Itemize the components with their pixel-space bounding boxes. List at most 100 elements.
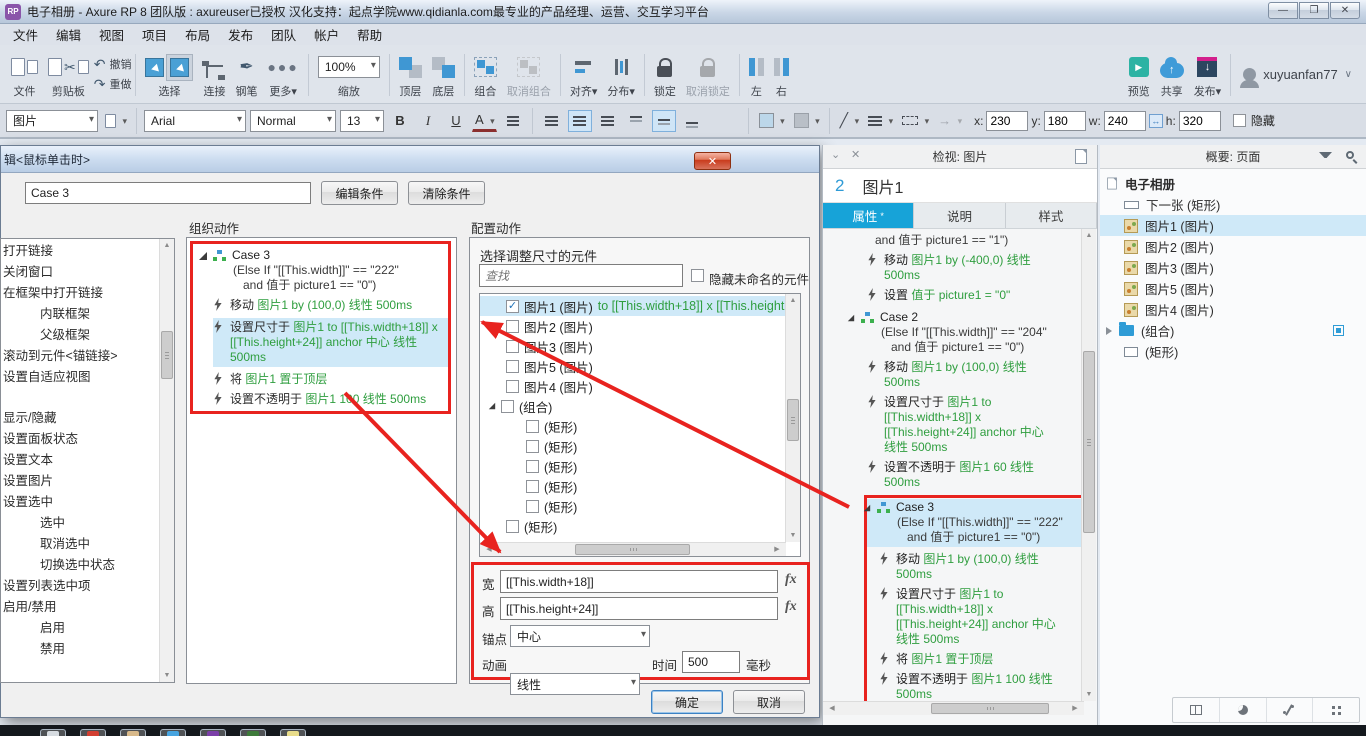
- outline-item[interactable]: 图片5 (图片): [1100, 278, 1366, 299]
- more-tool[interactable]: ●●● 更多▾: [262, 48, 303, 100]
- widget-checkbox[interactable]: [506, 299, 519, 313]
- preview-tool[interactable]: ▶ 预览: [1123, 48, 1155, 100]
- action-type-item[interactable]: 设置列表选中项: [1, 576, 174, 597]
- redo-button[interactable]: ↷ 重做: [94, 76, 132, 93]
- file-tool[interactable]: 文件: [6, 48, 43, 100]
- widget-row[interactable]: 图片4 (图片): [480, 376, 800, 396]
- case-block[interactable]: Case 2 (Else If "[[This.width]]" == "204…: [847, 310, 1084, 355]
- action-type-item[interactable]: 启用/禁用: [1, 597, 174, 618]
- action-type-item[interactable]: 启用: [1, 618, 174, 639]
- lock-tool[interactable]: 锁定: [649, 48, 681, 100]
- outline-pages-toggle[interactable]: [1173, 698, 1220, 722]
- widget-row[interactable]: (矩形): [480, 516, 800, 536]
- font-family-select[interactable]: Arial: [144, 109, 246, 132]
- search-icon[interactable]: [1346, 151, 1354, 159]
- menu-view[interactable]: 视图: [90, 23, 133, 46]
- taskbar-app[interactable]: [280, 729, 306, 736]
- anchor-select[interactable]: 中心: [510, 625, 650, 647]
- publish-tool[interactable]: ↓ 发布▾: [1189, 48, 1227, 100]
- minimize-button[interactable]: —: [1268, 2, 1298, 19]
- outline-item[interactable]: (矩形): [1100, 341, 1366, 362]
- underline-button[interactable]: U: [444, 110, 468, 132]
- cancel-button[interactable]: 取消: [733, 690, 805, 714]
- widget-row[interactable]: 图片1 (图片) to [[This.width+18]] x [[This.h…: [480, 296, 800, 316]
- undo-button[interactable]: ↶ 撤销: [94, 56, 132, 73]
- zoom-select[interactable]: 100%: [317, 56, 380, 78]
- hide-checkbox[interactable]: [1232, 114, 1246, 127]
- distribute-tool[interactable]: 分布▾: [602, 48, 640, 100]
- action-type-item[interactable]: 设置图片: [1, 471, 174, 492]
- line-width-button[interactable]: [865, 110, 895, 132]
- restore-button[interactable]: ❐: [1299, 2, 1329, 19]
- action-row-selected[interactable]: 设置尺寸于 图片1 to [[This.width+18]] x [[This.…: [213, 318, 448, 367]
- connect-tool[interactable]: 连接: [198, 48, 230, 100]
- outline-item[interactable]: 图片3 (图片): [1100, 257, 1366, 278]
- action-type-item[interactable]: 父级框架: [1, 325, 174, 346]
- action-row[interactable]: 移动 图片1 by (100,0) 线性 500ms: [213, 298, 442, 313]
- taskbar-app[interactable]: [40, 729, 66, 736]
- widget-list-hscrollbar[interactable]: ◀ ▶: [480, 542, 786, 556]
- expand-triangle-icon[interactable]: [847, 314, 855, 321]
- collapsed-triangle-icon[interactable]: [1106, 326, 1112, 335]
- action-row[interactable]: 设置尺寸于 图片1 to [[This.width+18]] x [[This.…: [879, 587, 1084, 647]
- action-type-item[interactable]: 设置选中: [1, 492, 174, 513]
- widget-list-vscrollbar[interactable]: ▲ ▼: [785, 294, 800, 542]
- widget-row[interactable]: 图片2 (图片): [480, 316, 800, 336]
- bullet-list-button[interactable]: [501, 110, 525, 132]
- outline-grid-toggle[interactable]: [1313, 698, 1359, 722]
- filter-funnel-icon[interactable]: [1319, 152, 1332, 158]
- line-style-button[interactable]: [899, 110, 931, 132]
- widget-checkbox[interactable]: [506, 519, 519, 533]
- outline-slash-toggle[interactable]: [1267, 698, 1314, 722]
- notes-page-icon[interactable]: [1075, 149, 1087, 164]
- undock-icon[interactable]: ⌄: [831, 150, 840, 161]
- italic-button[interactable]: I: [416, 110, 440, 132]
- outline-contrast-toggle[interactable]: [1220, 698, 1267, 722]
- select-tool[interactable]: 选择: [140, 48, 198, 100]
- menu-layout[interactable]: 布局: [176, 23, 219, 46]
- menu-account[interactable]: 帐户: [305, 23, 348, 46]
- widget-checkbox[interactable]: [526, 499, 539, 513]
- widget-row[interactable]: (矩形): [480, 436, 800, 456]
- widget-checkbox[interactable]: [526, 479, 539, 493]
- animation-select[interactable]: 线性: [510, 673, 640, 695]
- expand-triangle-icon[interactable]: [199, 251, 207, 260]
- outline-item-page[interactable]: 电子相册: [1100, 173, 1366, 194]
- outline-item-group[interactable]: (组合): [1100, 320, 1366, 341]
- taskbar-app[interactable]: [240, 729, 266, 736]
- taskbar-app[interactable]: [80, 729, 106, 736]
- tab-notes[interactable]: 说明: [914, 203, 1006, 228]
- menu-edit[interactable]: 编辑: [47, 23, 90, 46]
- ok-button[interactable]: 确定: [651, 690, 723, 714]
- widget-row[interactable]: 图片5 (图片): [480, 356, 800, 376]
- action-list-scrollbar[interactable]: ▲ ▼: [159, 239, 174, 682]
- align-right-panel-tool[interactable]: 右: [769, 48, 794, 100]
- valign-bottom-button[interactable]: [680, 110, 704, 132]
- align-right-button[interactable]: [596, 110, 620, 132]
- action-type-item[interactable]: 关闭窗口: [1, 262, 174, 283]
- action-type-item[interactable]: 切换选中状态: [1, 555, 174, 576]
- widget-checkbox[interactable]: [506, 339, 519, 353]
- height-fx-button[interactable]: fx: [785, 599, 797, 615]
- action-row[interactable]: 将 图片1 置于顶层: [879, 652, 1084, 667]
- edit-condition-button[interactable]: 编辑条件: [321, 181, 398, 205]
- clear-condition-button[interactable]: 清除条件: [408, 181, 485, 205]
- action-type-item[interactable]: 选中: [1, 513, 174, 534]
- menu-publish[interactable]: 发布: [219, 23, 262, 46]
- valign-top-button[interactable]: [624, 110, 648, 132]
- shadow-button[interactable]: [791, 110, 822, 132]
- case-block-selected[interactable]: Case 3 (Else If "[[This.width]]" == "222…: [863, 499, 1084, 547]
- width-fx-button[interactable]: fx: [785, 572, 797, 588]
- action-type-item[interactable]: 滚动到元件<锚链接>: [1, 346, 174, 367]
- widget-checkbox[interactable]: [526, 419, 539, 433]
- style-editor-button[interactable]: [102, 110, 129, 132]
- case-name-input[interactable]: [25, 182, 311, 204]
- share-tool[interactable]: ↑ 共享: [1155, 48, 1189, 100]
- action-type-item[interactable]: 设置自适应视图: [1, 367, 174, 388]
- action-type-item[interactable]: 显示/隐藏: [1, 408, 174, 429]
- arrow-style-button[interactable]: →: [935, 110, 964, 132]
- taskbar-app[interactable]: [200, 729, 226, 736]
- font-color-button[interactable]: A: [472, 110, 497, 132]
- action-row[interactable]: 移动 图片1 by (100,0) 线性 500ms: [879, 552, 1084, 582]
- widget-row-group[interactable]: (组合): [480, 396, 800, 416]
